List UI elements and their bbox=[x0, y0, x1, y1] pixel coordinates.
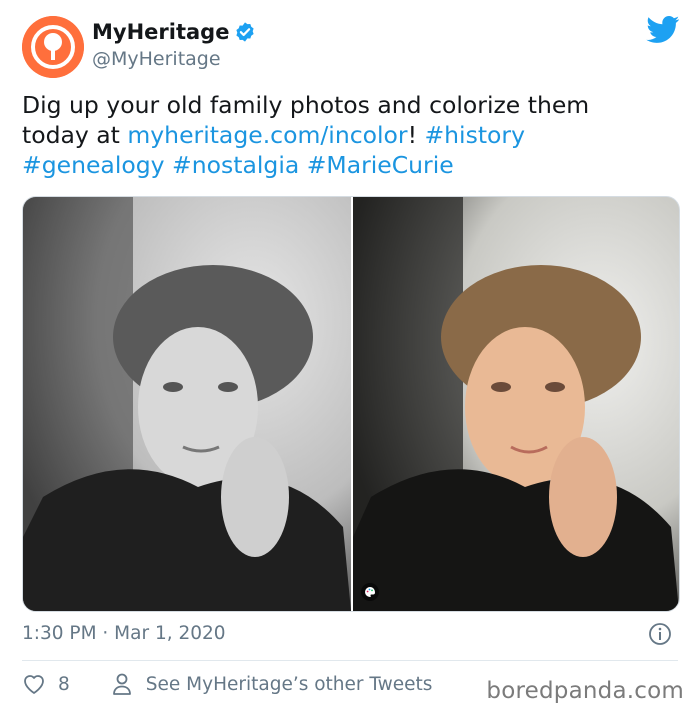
avatar[interactable] bbox=[22, 16, 84, 78]
hashtag-history[interactable]: #history bbox=[424, 121, 525, 149]
info-icon[interactable] bbox=[648, 622, 672, 646]
portrait-bw-image bbox=[23, 197, 351, 611]
hashtag-mariecurie[interactable]: #MarieCurie bbox=[307, 151, 454, 179]
like-count: 8 bbox=[58, 673, 70, 695]
heart-icon[interactable] bbox=[22, 673, 46, 695]
colorized-photo[interactable] bbox=[351, 197, 679, 611]
account-handle[interactable]: @MyHeritage bbox=[92, 48, 221, 70]
portrait-color-image bbox=[353, 197, 679, 611]
palette-icon bbox=[361, 583, 379, 601]
tweet-text: Dig up your old family photos and colori… bbox=[22, 90, 662, 180]
other-tweets-link[interactable]: See MyHeritage’s other Tweets bbox=[146, 674, 433, 695]
hashtag-genealogy[interactable]: #genealogy bbox=[22, 151, 165, 179]
display-name[interactable]: MyHeritage bbox=[92, 20, 229, 44]
hashtag-nostalgia[interactable]: #nostalgia bbox=[172, 151, 299, 179]
verified-badge-icon bbox=[236, 22, 255, 42]
watermark: boredpanda.com bbox=[486, 678, 684, 704]
tweet-timestamp[interactable]: 1:30 PM · Mar 1, 2020 bbox=[22, 623, 226, 644]
tweet-actions: 8 See MyHeritage’s other Tweets bbox=[22, 673, 432, 695]
myheritage-logo-icon bbox=[22, 16, 84, 78]
twitter-bird-icon[interactable] bbox=[646, 16, 680, 44]
incolor-link[interactable]: myheritage.com/incolor bbox=[127, 121, 407, 149]
divider bbox=[22, 660, 678, 661]
original-photo[interactable] bbox=[23, 197, 351, 611]
tweet-media[interactable] bbox=[22, 196, 680, 612]
person-icon bbox=[112, 673, 131, 695]
tweet-text-part: ! bbox=[407, 121, 425, 149]
